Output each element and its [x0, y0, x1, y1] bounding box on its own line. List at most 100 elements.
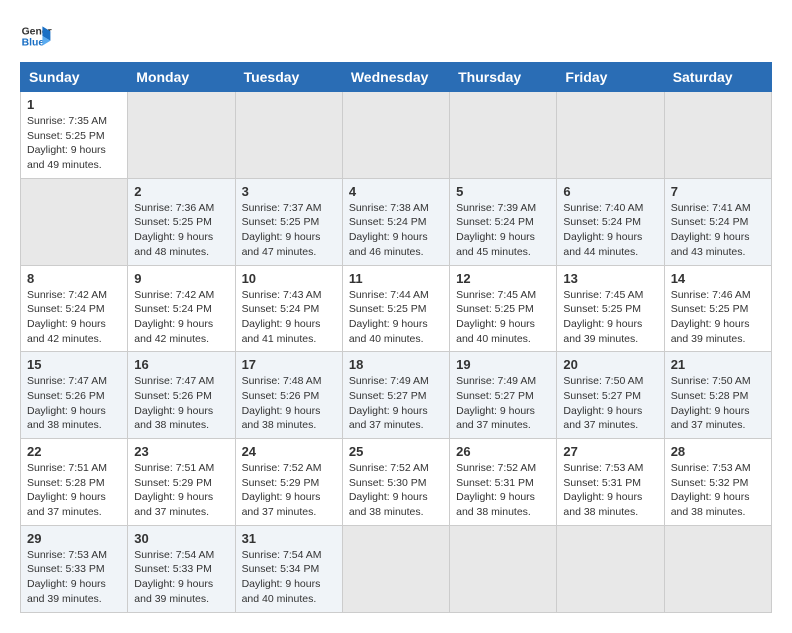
day-number: 3 — [242, 184, 336, 199]
col-header-saturday: Saturday — [664, 63, 771, 92]
col-header-monday: Monday — [128, 63, 235, 92]
day-number: 27 — [563, 444, 657, 459]
day-detail: Sunrise: 7:45 AMSunset: 5:25 PMDaylight:… — [456, 288, 550, 347]
calendar-cell — [557, 92, 664, 179]
day-detail: Sunrise: 7:42 AMSunset: 5:24 PMDaylight:… — [134, 288, 228, 347]
day-number: 11 — [349, 271, 443, 286]
day-detail: Sunrise: 7:41 AMSunset: 5:24 PMDaylight:… — [671, 201, 765, 260]
calendar-cell: 31 Sunrise: 7:54 AMSunset: 5:34 PMDayligh… — [235, 525, 342, 612]
day-number: 15 — [27, 357, 121, 372]
day-detail: Sunrise: 7:52 AMSunset: 5:31 PMDaylight:… — [456, 461, 550, 520]
calendar-cell: 27Sunrise: 7:53 AMSunset: 5:31 PMDayligh… — [557, 439, 664, 526]
calendar-cell: 11Sunrise: 7:44 AMSunset: 5:25 PMDayligh… — [342, 265, 449, 352]
calendar-cell: 30 Sunrise: 7:54 AMSunset: 5:33 PMDayligh… — [128, 525, 235, 612]
calendar-cell: 13 Sunrise: 7:45 AMSunset: 5:25 PMDayligh… — [557, 265, 664, 352]
day-detail: Sunrise: 7:51 AMSunset: 5:28 PMDaylight:… — [27, 461, 121, 520]
day-number: 22 — [27, 444, 121, 459]
calendar-cell — [21, 178, 128, 265]
calendar-cell: 18Sunrise: 7:49 AMSunset: 5:27 PMDayligh… — [342, 352, 449, 439]
calendar-cell: 3 Sunrise: 7:37 AMSunset: 5:25 PMDaylight… — [235, 178, 342, 265]
day-detail: Sunrise: 7:52 AMSunset: 5:30 PMDaylight:… — [349, 461, 443, 520]
calendar-cell — [128, 92, 235, 179]
calendar-cell: 16 Sunrise: 7:47 AMSunset: 5:26 PMDayligh… — [128, 352, 235, 439]
logo: General Blue — [20, 20, 52, 52]
day-detail: Sunrise: 7:53 AMSunset: 5:32 PMDaylight:… — [671, 461, 765, 520]
calendar-cell: 19Sunrise: 7:49 AMSunset: 5:27 PMDayligh… — [450, 352, 557, 439]
calendar-cell: 26 Sunrise: 7:52 AMSunset: 5:31 PMDayligh… — [450, 439, 557, 526]
svg-text:Blue: Blue — [22, 38, 45, 49]
calendar-cell — [235, 92, 342, 179]
day-number: 7 — [671, 184, 765, 199]
day-number: 21 — [671, 357, 765, 372]
day-detail: Sunrise: 7:43 AMSunset: 5:24 PMDaylight:… — [242, 288, 336, 347]
day-number: 10 — [242, 271, 336, 286]
calendar-cell: 23 Sunrise: 7:51 AMSunset: 5:29 PMDayligh… — [128, 439, 235, 526]
day-detail: Sunrise: 7:51 AMSunset: 5:29 PMDaylight:… — [134, 461, 228, 520]
day-number: 31 — [242, 531, 336, 546]
day-detail: Sunrise: 7:50 AMSunset: 5:28 PMDaylight:… — [671, 374, 765, 433]
day-detail: Sunrise: 7:37 AMSunset: 5:25 PMDaylight:… — [242, 201, 336, 260]
col-header-wednesday: Wednesday — [342, 63, 449, 92]
calendar-cell: 15 Sunrise: 7:47 AMSunset: 5:26 PMDayligh… — [21, 352, 128, 439]
day-detail: Sunrise: 7:47 AMSunset: 5:26 PMDaylight:… — [27, 374, 121, 433]
day-detail: Sunrise: 7:47 AMSunset: 5:26 PMDaylight:… — [134, 374, 228, 433]
calendar-cell — [664, 92, 771, 179]
calendar-cell: 12 Sunrise: 7:45 AMSunset: 5:25 PMDayligh… — [450, 265, 557, 352]
day-number: 30 — [134, 531, 228, 546]
day-number: 9 — [134, 271, 228, 286]
day-detail: Sunrise: 7:54 AMSunset: 5:33 PMDaylight:… — [134, 548, 228, 607]
day-number: 1 — [27, 97, 121, 112]
calendar-cell — [450, 92, 557, 179]
day-number: 19 — [456, 357, 550, 372]
calendar-cell: 10 Sunrise: 7:43 AMSunset: 5:24 PMDayligh… — [235, 265, 342, 352]
col-header-sunday: Sunday — [21, 63, 128, 92]
day-number: 6 — [563, 184, 657, 199]
day-detail: Sunrise: 7:53 AMSunset: 5:33 PMDaylight:… — [27, 548, 121, 607]
day-number: 29 — [27, 531, 121, 546]
calendar-cell — [557, 525, 664, 612]
col-header-friday: Friday — [557, 63, 664, 92]
day-number: 8 — [27, 271, 121, 286]
day-number: 24 — [242, 444, 336, 459]
calendar-cell: 5Sunrise: 7:39 AMSunset: 5:24 PMDaylight… — [450, 178, 557, 265]
day-detail: Sunrise: 7:49 AMSunset: 5:27 PMDaylight:… — [349, 374, 443, 433]
day-number: 2 — [134, 184, 228, 199]
calendar-cell: 1 Sunrise: 7:35 AMSunset: 5:25 PMDaylight… — [21, 92, 128, 179]
calendar-cell: 24 Sunrise: 7:52 AMSunset: 5:29 PMDayligh… — [235, 439, 342, 526]
day-detail: Sunrise: 7:52 AMSunset: 5:29 PMDaylight:… — [242, 461, 336, 520]
calendar-cell — [664, 525, 771, 612]
calendar-cell — [342, 92, 449, 179]
day-number: 5 — [456, 184, 550, 199]
calendar-cell — [342, 525, 449, 612]
day-detail: Sunrise: 7:45 AMSunset: 5:25 PMDaylight:… — [563, 288, 657, 347]
day-detail: Sunrise: 7:42 AMSunset: 5:24 PMDaylight:… — [27, 288, 121, 347]
day-number: 17 — [242, 357, 336, 372]
day-detail: Sunrise: 7:35 AMSunset: 5:25 PMDaylight:… — [27, 114, 121, 173]
day-detail: Sunrise: 7:40 AMSunset: 5:24 PMDaylight:… — [563, 201, 657, 260]
day-detail: Sunrise: 7:38 AMSunset: 5:24 PMDaylight:… — [349, 201, 443, 260]
day-detail: Sunrise: 7:48 AMSunset: 5:26 PMDaylight:… — [242, 374, 336, 433]
day-number: 28 — [671, 444, 765, 459]
col-header-tuesday: Tuesday — [235, 63, 342, 92]
day-number: 12 — [456, 271, 550, 286]
calendar-table: SundayMondayTuesdayWednesdayThursdayFrid… — [20, 62, 772, 613]
day-number: 25 — [349, 444, 443, 459]
calendar-cell: 25 Sunrise: 7:52 AMSunset: 5:30 PMDayligh… — [342, 439, 449, 526]
logo-icon: General Blue — [20, 20, 52, 52]
day-number: 20 — [563, 357, 657, 372]
day-number: 26 — [456, 444, 550, 459]
calendar-cell: 2 Sunrise: 7:36 AMSunset: 5:25 PMDaylight… — [128, 178, 235, 265]
calendar-cell: 20 Sunrise: 7:50 AMSunset: 5:27 PMDayligh… — [557, 352, 664, 439]
calendar-cell: 22 Sunrise: 7:51 AMSunset: 5:28 PMDayligh… — [21, 439, 128, 526]
calendar-cell: 9 Sunrise: 7:42 AMSunset: 5:24 PMDaylight… — [128, 265, 235, 352]
calendar-cell: 29 Sunrise: 7:53 AMSunset: 5:33 PMDayligh… — [21, 525, 128, 612]
calendar-cell: 28 Sunrise: 7:53 AMSunset: 5:32 PMDayligh… — [664, 439, 771, 526]
calendar-cell: 4Sunrise: 7:38 AMSunset: 5:24 PMDaylight… — [342, 178, 449, 265]
day-detail: Sunrise: 7:54 AMSunset: 5:34 PMDaylight:… — [242, 548, 336, 607]
day-number: 23 — [134, 444, 228, 459]
day-number: 13 — [563, 271, 657, 286]
day-number: 16 — [134, 357, 228, 372]
calendar-cell: 17 Sunrise: 7:48 AMSunset: 5:26 PMDayligh… — [235, 352, 342, 439]
day-detail: Sunrise: 7:50 AMSunset: 5:27 PMDaylight:… — [563, 374, 657, 433]
day-detail: Sunrise: 7:36 AMSunset: 5:25 PMDaylight:… — [134, 201, 228, 260]
